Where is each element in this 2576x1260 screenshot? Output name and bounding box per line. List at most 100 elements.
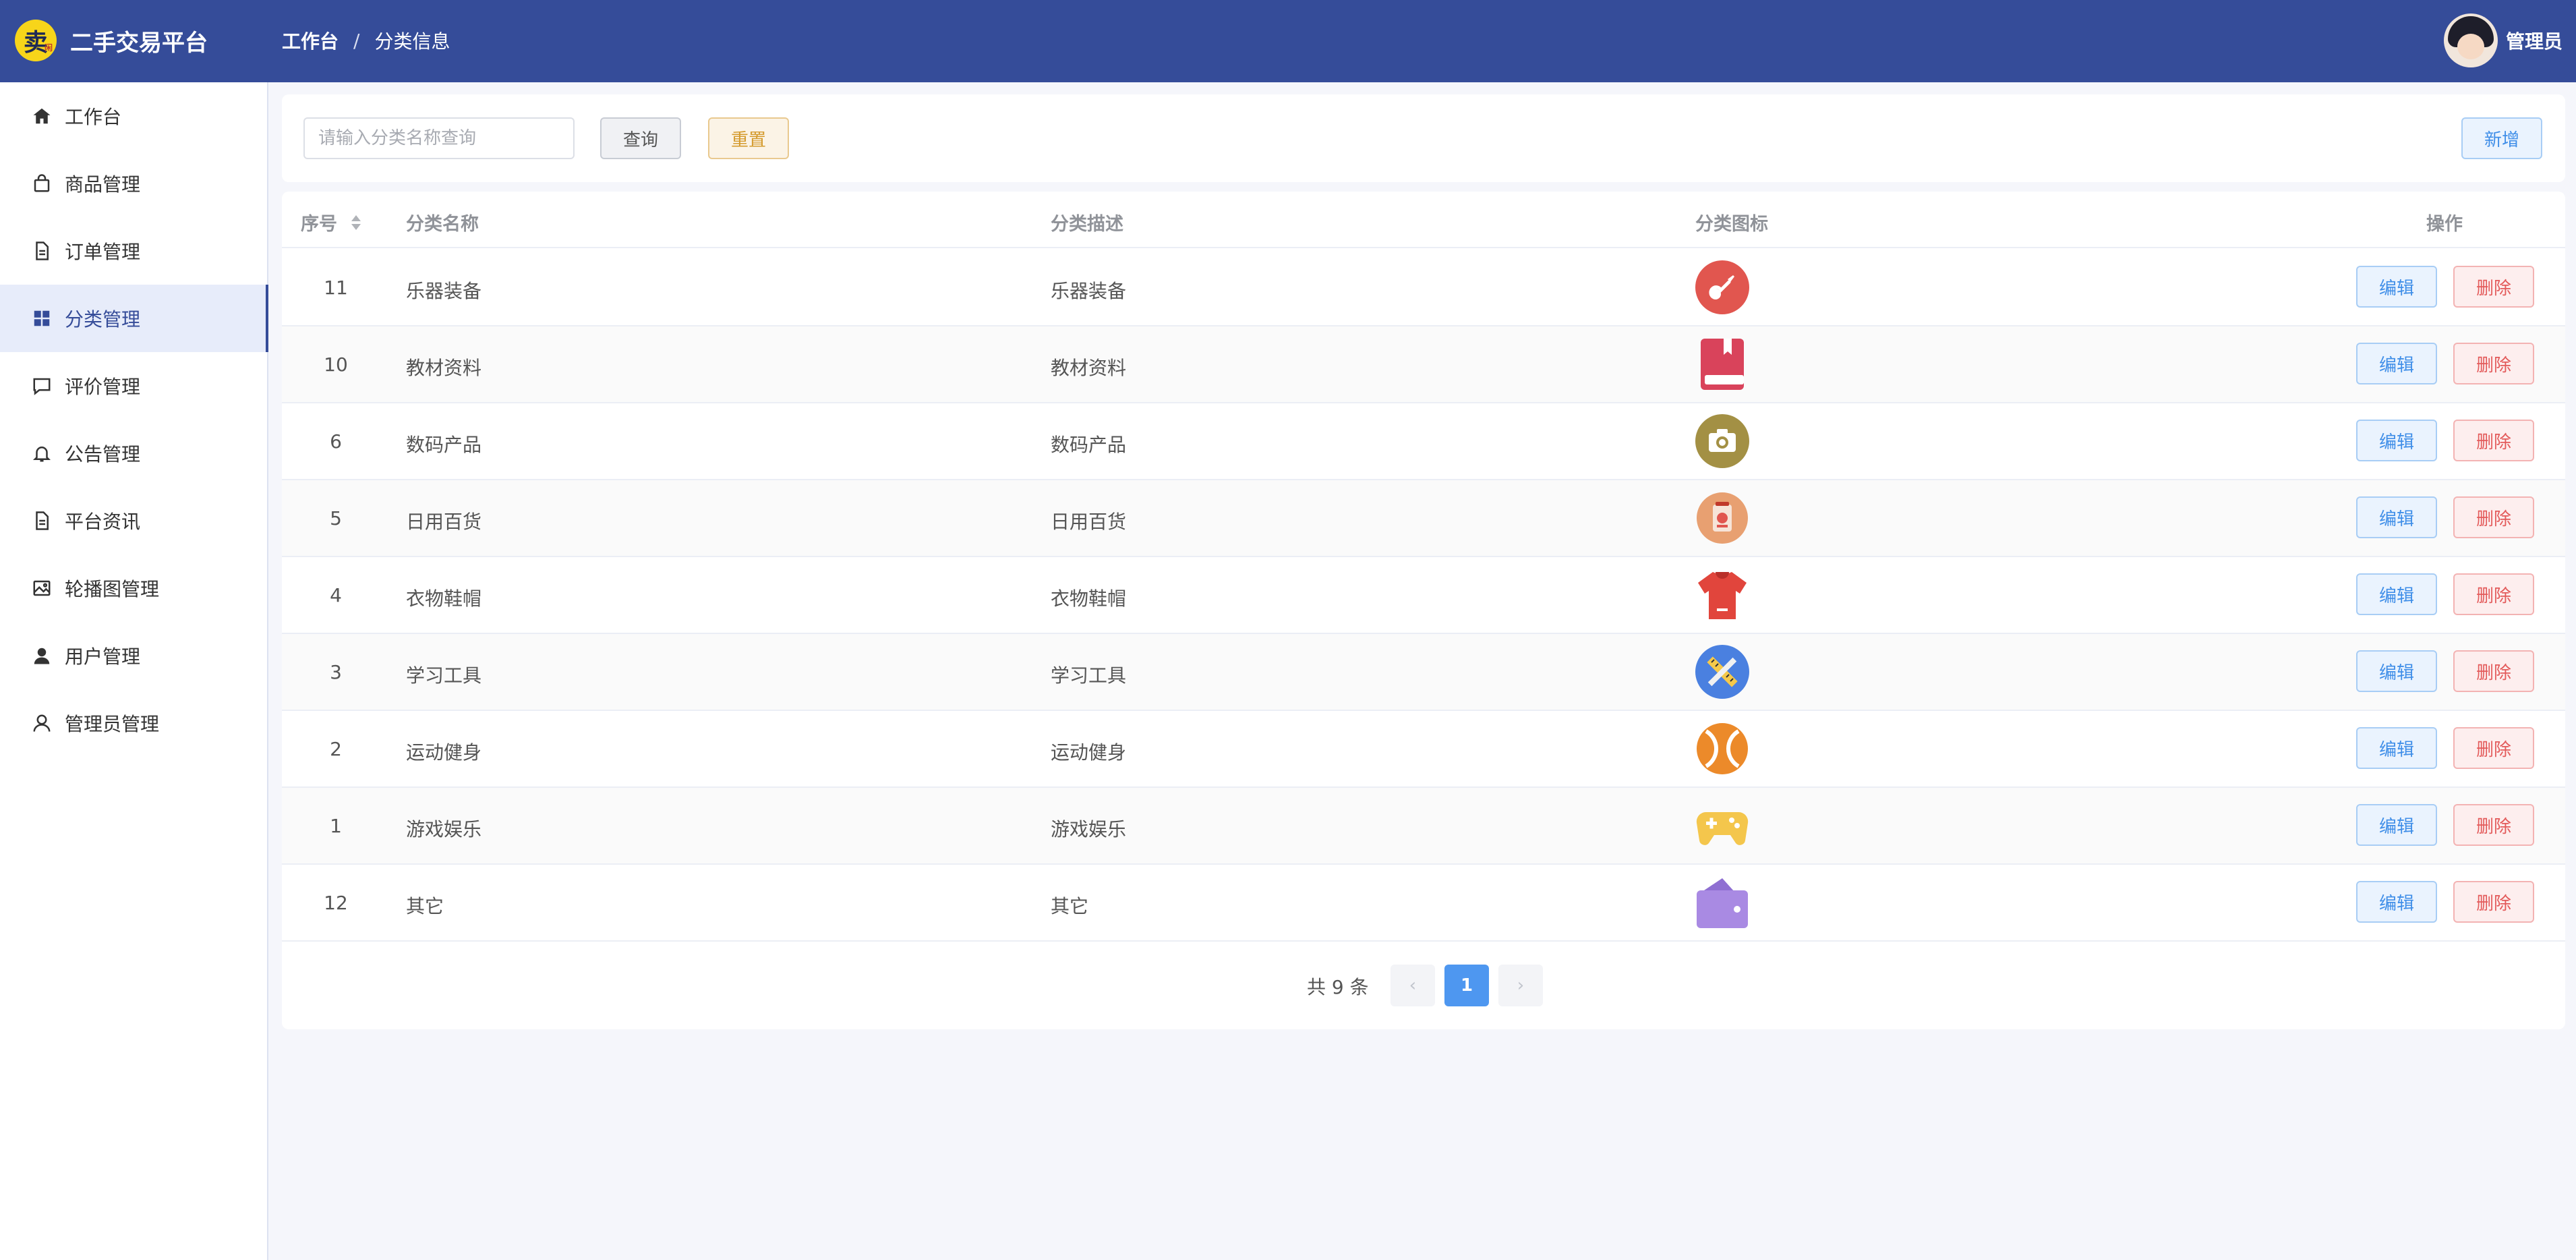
table-row: 5 日用百货 日用百货 编辑 删除: [282, 480, 2565, 557]
edit-button[interactable]: 编辑: [2356, 266, 2437, 308]
table-row: 10 教材资料 教材资料 编辑 删除: [282, 326, 2565, 403]
sidebar-item-label: 平台资讯: [65, 511, 141, 533]
sidebar-item-label: 分类管理: [65, 308, 141, 331]
edit-button[interactable]: 编辑: [2356, 804, 2437, 846]
page-button-current[interactable]: 1: [1444, 965, 1489, 1006]
delete-button[interactable]: 删除: [2453, 727, 2534, 769]
delete-button[interactable]: 删除: [2453, 496, 2534, 538]
edit-button[interactable]: 编辑: [2356, 343, 2437, 384]
sidebar-item-reviews[interactable]: 评价管理: [0, 352, 267, 420]
cell-no: 11: [324, 277, 348, 299]
table-row: 2 运动健身 运动健身 编辑 删除: [282, 711, 2565, 788]
sidebar-item-admins[interactable]: 管理员管理: [0, 689, 267, 757]
cell-desc: 乐器装备: [1051, 280, 1127, 302]
avatar[interactable]: [2443, 13, 2498, 67]
sidebar-item-label: 轮播图管理: [65, 578, 160, 600]
picture-icon: [31, 577, 53, 599]
query-button[interactable]: 查询: [600, 117, 681, 159]
delete-button[interactable]: 删除: [2453, 650, 2534, 692]
groceries-icon: [1695, 491, 1749, 545]
delete-button[interactable]: 删除: [2453, 804, 2534, 846]
cell-name: 其它: [406, 895, 444, 917]
cell-no: 1: [330, 815, 342, 837]
logo-icon: 卖 闲: [15, 20, 57, 61]
edit-button[interactable]: 编辑: [2356, 496, 2437, 538]
wallet-icon: [1695, 876, 1749, 929]
sidebar-item-news[interactable]: 平台资讯: [0, 487, 267, 554]
cell-desc: 衣物鞋帽: [1051, 588, 1127, 610]
delete-button[interactable]: 删除: [2453, 343, 2534, 384]
sidebar-item-label: 订单管理: [65, 241, 141, 263]
total-count: 共 9 条: [1307, 976, 1369, 998]
ball-icon: [1695, 722, 1749, 776]
document-icon: [31, 510, 53, 532]
search-input[interactable]: [303, 117, 575, 159]
home-icon: [31, 105, 53, 127]
sidebar-item-dashboard[interactable]: 工作台: [0, 82, 267, 150]
cell-name: 教材资料: [406, 357, 482, 379]
column-header-desc: 分类描述: [1051, 214, 1123, 235]
column-header-icon: 分类图标: [1695, 214, 1768, 235]
sidebar-item-label: 用户管理: [65, 646, 141, 668]
cell-name: 学习工具: [406, 664, 482, 687]
cell-name: 数码产品: [406, 434, 482, 456]
delete-button[interactable]: 删除: [2453, 420, 2534, 461]
cell-no: 2: [330, 738, 342, 760]
prev-page-button[interactable]: ‹: [1391, 965, 1435, 1006]
cell-desc: 运动健身: [1051, 741, 1127, 764]
edit-button[interactable]: 编辑: [2356, 573, 2437, 615]
sort-icon[interactable]: [350, 214, 362, 236]
edit-button[interactable]: 编辑: [2356, 727, 2437, 769]
user-menu[interactable]: 管理员: [2443, 13, 2563, 67]
next-page-button[interactable]: ›: [1498, 965, 1543, 1006]
brand[interactable]: 卖 闲 二手交易平台: [15, 13, 208, 67]
cell-name: 运动健身: [406, 741, 482, 764]
add-button[interactable]: 新增: [2461, 117, 2542, 159]
edit-button[interactable]: 编辑: [2356, 650, 2437, 692]
chevron-right-icon: ›: [1517, 975, 1525, 996]
cell-no: 6: [330, 430, 342, 453]
sidebar-item-label: 公告管理: [65, 443, 141, 465]
sidebar-item-notices[interactable]: 公告管理: [0, 420, 267, 487]
user-name: 管理员: [2505, 30, 2563, 53]
table-row: 11 乐器装备 乐器装备 编辑 删除: [282, 250, 2565, 326]
breadcrumb-home[interactable]: 工作台: [282, 27, 339, 54]
column-header-name: 分类名称: [406, 214, 479, 235]
sidebar-item-orders[interactable]: 订单管理: [0, 217, 267, 285]
camera-icon: [1695, 414, 1749, 468]
cell-no: 12: [324, 892, 348, 914]
column-header-ops: 操作: [2426, 214, 2463, 235]
delete-button[interactable]: 删除: [2453, 573, 2534, 615]
sidebar-item-goods[interactable]: 商品管理: [0, 150, 267, 217]
shirt-icon: [1695, 568, 1749, 622]
cell-no: 3: [330, 661, 342, 683]
sidebar-item-users[interactable]: 用户管理: [0, 622, 267, 689]
pagination: 共 9 条 ‹ 1 ›: [282, 963, 2565, 1008]
cell-no: 4: [330, 584, 342, 606]
cell-desc: 游戏娱乐: [1051, 818, 1127, 840]
column-header-no[interactable]: 序号: [301, 209, 362, 236]
user-outline-icon: [31, 712, 53, 734]
delete-button[interactable]: 删除: [2453, 881, 2534, 923]
edit-button[interactable]: 编辑: [2356, 420, 2437, 461]
bell-icon: [31, 442, 53, 464]
user-filled-icon: [31, 645, 53, 666]
breadcrumb: 工作台 / 分类信息: [282, 27, 450, 54]
sidebar-item-label: 评价管理: [65, 376, 141, 398]
edit-button[interactable]: 编辑: [2356, 881, 2437, 923]
cell-name: 日用百货: [406, 511, 482, 533]
reset-button[interactable]: 重置: [708, 117, 789, 159]
cell-desc: 数码产品: [1051, 434, 1127, 456]
sidebar-item-categories[interactable]: 分类管理: [0, 285, 268, 352]
gamepad-icon: [1695, 799, 1749, 853]
delete-button[interactable]: 删除: [2453, 266, 2534, 308]
cell-no: 10: [324, 353, 348, 376]
cell-name: 游戏娱乐: [406, 818, 482, 840]
cell-desc: 日用百货: [1051, 511, 1127, 533]
guitar-icon: [1695, 260, 1749, 314]
breadcrumb-separator: /: [353, 29, 360, 52]
book-icon: [1695, 337, 1749, 391]
breadcrumb-current: 分类信息: [374, 30, 450, 53]
sidebar-item-carousel[interactable]: 轮播图管理: [0, 554, 267, 622]
category-table: 序号 分类名称 分类描述 分类图标 操作 11 乐器装备 乐器装备 编辑 删除 …: [282, 192, 2565, 1029]
